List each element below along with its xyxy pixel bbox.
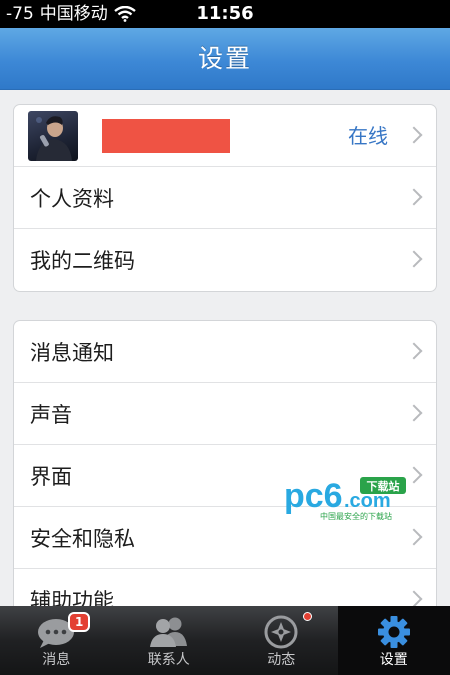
tab-label: 联系人 <box>147 652 190 668</box>
settings-group: 消息通知 声音 界面 安全和隐私 辅助功能 <box>13 320 437 616</box>
settings-item-label: 消息通知 <box>30 340 114 365</box>
settings-item-label: 我的二维码 <box>30 249 135 273</box>
profile-group: 在线 个人资料 我的二维码 <box>13 104 437 292</box>
clock: 11:56 <box>196 3 254 24</box>
tab-label: 动态 <box>267 652 296 668</box>
chevron-right-icon <box>405 188 423 205</box>
gear-icon <box>338 614 450 650</box>
settings-item-notifications[interactable]: 消息通知 <box>14 321 436 383</box>
settings-item-sound[interactable]: 声音 <box>14 383 436 445</box>
watermark-slogan: 中国最安全的下载站 <box>320 511 392 521</box>
tab-label: 消息 <box>42 652 71 668</box>
chevron-right-icon <box>405 342 423 359</box>
page-title: 设置 <box>197 44 252 73</box>
chevron-right-icon <box>405 404 423 421</box>
profile-row[interactable]: 在线 <box>14 105 436 167</box>
settings-item-label: 声音 <box>30 402 72 427</box>
settings-item-qrcode[interactable]: 我的二维码 <box>14 229 436 291</box>
online-status: 在线 <box>348 124 388 148</box>
new-activity-dot <box>303 612 312 621</box>
settings-item-label: 安全和隐私 <box>30 526 135 551</box>
chevron-right-icon <box>405 590 423 608</box>
unread-badge: 1 <box>68 612 91 632</box>
tab-settings[interactable]: 设置 <box>337 606 450 675</box>
redacted-username <box>102 118 230 153</box>
contacts-icon <box>113 614 226 650</box>
chevron-right-icon <box>405 126 423 143</box>
tab-messages[interactable]: 1 消息 <box>0 606 113 675</box>
watermark-logo: pc6 <box>284 477 343 515</box>
tab-label: 设置 <box>379 652 408 668</box>
chevron-right-icon <box>405 250 423 268</box>
compass-icon <box>225 614 338 650</box>
settings-item-label: 个人资料 <box>30 186 114 211</box>
avatar <box>28 110 78 161</box>
tab-feed[interactable]: 动态 <box>225 606 338 675</box>
settings-item-label: 界面 <box>30 464 72 489</box>
chat-bubble-icon <box>0 614 113 650</box>
pc6-watermark: pc6 .com 下载站 中国最安全的下载站 <box>282 475 412 523</box>
watermark-tag: 下载站 <box>367 479 400 493</box>
tab-contacts[interactable]: 联系人 <box>113 606 226 675</box>
chevron-right-icon <box>405 528 423 545</box>
tab-bar: 1 消息 联系人 动态 设置 <box>0 606 450 675</box>
status-bar: -75 中国移动 11:56 <box>0 0 450 28</box>
settings-item-profile[interactable]: 个人资料 <box>14 167 436 229</box>
nav-bar: 设置 <box>0 28 450 90</box>
